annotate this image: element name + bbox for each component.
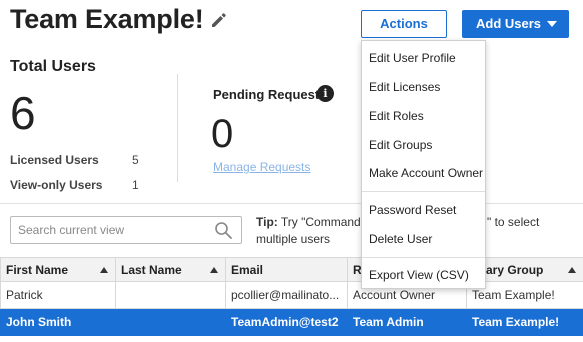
column-first-name[interactable]: First Name — [0, 257, 116, 282]
tip-prefix: Tip: — [256, 215, 278, 229]
menu-item-export-view-csv[interactable]: Export View (CSV) — [369, 268, 469, 282]
tip-line2: multiple users — [256, 232, 331, 246]
actions-dropdown-menu: Edit User Profile Edit Licenses Edit Rol… — [361, 40, 486, 289]
cell-first-name: Patrick — [0, 281, 116, 309]
search-box[interactable] — [10, 216, 242, 244]
tip-line1: Try "Command — [280, 215, 361, 229]
add-users-button[interactable]: Add Users — [462, 10, 569, 38]
licensed-users-count: 5 — [132, 153, 139, 167]
menu-item-delete-user[interactable]: Delete User — [369, 232, 432, 246]
column-last-name[interactable]: Last Name — [115, 257, 226, 282]
menu-item-edit-user-profile[interactable]: Edit User Profile — [369, 51, 456, 65]
menu-item-make-account-owner[interactable]: Make Account Owner — [369, 166, 483, 180]
table-header-row: First Name Last Name Email Ro imary Grou… — [0, 257, 583, 282]
menu-separator — [362, 191, 485, 192]
sort-up-icon[interactable] — [568, 267, 576, 273]
licensed-users-label: Licensed Users — [10, 153, 99, 167]
menu-item-edit-licenses[interactable]: Edit Licenses — [369, 80, 440, 94]
table-row[interactable]: Patrick pcollier@mailinato... Account Ow… — [0, 281, 583, 309]
pending-requests-count: 0 — [211, 112, 234, 156]
view-only-users-label: View-only Users — [10, 178, 103, 192]
actions-button[interactable]: Actions — [361, 10, 447, 38]
total-users-label: Total Users — [10, 58, 96, 75]
tip-right-text: " to select — [487, 215, 540, 229]
menu-separator — [362, 257, 485, 258]
search-input[interactable] — [18, 221, 208, 239]
users-table: First Name Last Name Email Ro imary Grou… — [0, 257, 583, 336]
info-icon[interactable]: i — [317, 85, 334, 102]
cell-primary-group: Team Example! — [466, 308, 583, 336]
stats-divider — [177, 74, 178, 182]
view-only-users-count: 1 — [132, 178, 139, 192]
add-users-label: Add Users — [476, 16, 542, 31]
section-divider — [0, 203, 583, 204]
cell-last-name — [115, 308, 226, 336]
pending-requests-label: Pending Requests — [213, 87, 327, 102]
search-icon[interactable] — [214, 221, 233, 240]
column-label: Email — [231, 262, 264, 277]
sort-up-icon[interactable] — [210, 267, 218, 273]
caret-down-icon[interactable] — [547, 21, 557, 27]
column-email[interactable]: Email — [225, 257, 348, 282]
menu-item-password-reset[interactable]: Password Reset — [369, 203, 456, 217]
column-label: First Name — [6, 262, 69, 277]
cell-first-name: John Smith — [0, 308, 116, 336]
menu-item-edit-roles[interactable]: Edit Roles — [369, 109, 424, 123]
menu-item-edit-groups[interactable]: Edit Groups — [369, 138, 432, 152]
table-row-selected[interactable]: John Smith TeamAdmin@test2 Team Admin Te… — [0, 308, 583, 336]
manage-requests-link[interactable]: Manage Requests — [213, 160, 310, 174]
cell-last-name — [115, 281, 226, 309]
cell-email: TeamAdmin@test2 — [225, 308, 348, 336]
page-title: Team Example! — [10, 4, 204, 34]
cell-role: Team Admin — [347, 308, 467, 336]
total-users-count: 6 — [10, 87, 36, 139]
pencil-edit-icon[interactable] — [210, 11, 228, 29]
column-label: Last Name — [121, 262, 182, 277]
cell-email: pcollier@mailinato... — [225, 281, 348, 309]
sort-up-icon[interactable] — [100, 267, 108, 273]
